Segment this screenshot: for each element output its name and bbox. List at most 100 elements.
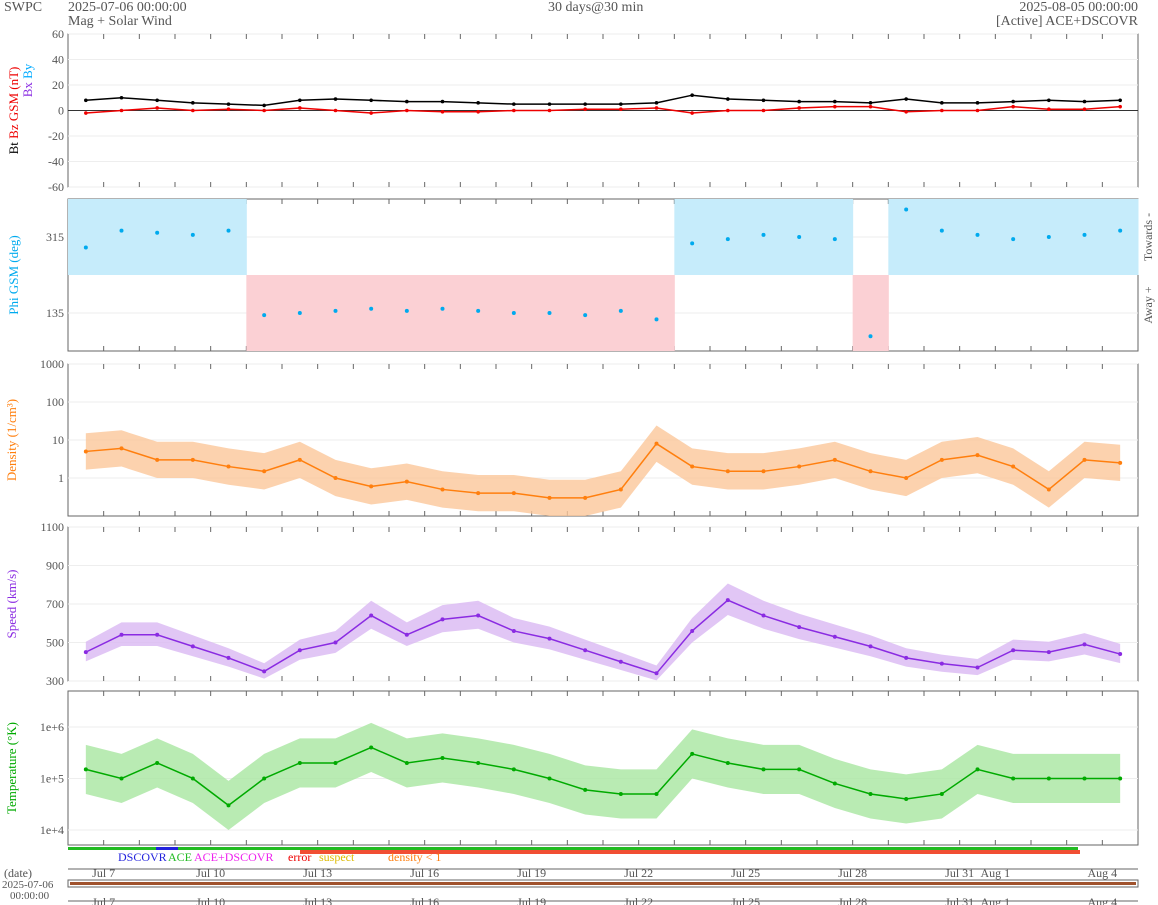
speed-ytick-label: 1100 [40,520,64,534]
bt-point [940,101,944,105]
speed-point [155,632,160,637]
speed-point [939,661,944,666]
phi-sector-band [852,275,889,351]
speed-point [333,640,338,645]
bt-point [1011,99,1015,104]
speed-ytick-label: 500 [46,636,64,650]
phi-sector-band [603,275,640,351]
away-label: Away + [1141,286,1155,324]
phi-ylabel: Phi GSM (deg) [6,235,21,314]
speed-ylabel: Speed (km/s) [4,570,19,639]
phi-sector-band [353,275,390,351]
density-ytick-label: 1000 [40,357,64,371]
speed-point [404,632,409,637]
speed-point [583,648,588,653]
temperature-point [226,803,231,808]
bz-point [654,106,659,110]
mag-ytick-label: -60 [48,180,64,194]
bt-point [84,98,88,103]
density-point [725,469,730,474]
bt-point [833,99,837,104]
speed-point [975,665,980,670]
bz-point [868,104,873,109]
x-tick-label: Jul 22 [624,866,653,880]
temperature-point [190,776,195,781]
legend-both: ACE+DSCOVR [194,850,273,864]
x-tick-label: Jul 16 [410,866,439,880]
density-point [369,484,374,489]
temperature-ytick-label: 1e+4 [40,823,64,837]
speed-point [262,669,267,674]
speed-point [476,613,481,618]
mag-ylabel: Bt Bz GSM (nT) [6,67,21,155]
temperature-point [404,760,409,765]
phi-point [369,306,374,311]
density-ytick-label: 10 [52,433,64,447]
x-tick-label: Jul 19 [517,895,546,905]
bt-point [1118,98,1122,103]
phi-ytick-label: 135 [46,306,64,320]
density-point [654,441,659,446]
bt-point [690,93,694,97]
speed-ytick-label: 900 [46,559,64,573]
density-point [868,469,873,474]
temperature-point [975,767,980,772]
x-tick-label: Jul 22 [624,895,653,905]
x-tick-label: Jul 31 [945,895,974,905]
bz-point [512,108,516,113]
speed-point [369,613,374,618]
ylabel-bz: Bz GSM (nT) [6,67,21,139]
x-tick-label: Jul 10 [196,866,225,880]
mag-ytick-label: 40 [52,53,64,67]
temperature-point [476,760,481,765]
mag-ytick-label: 60 [52,27,64,41]
bt-point [619,102,623,106]
density-point [618,487,623,492]
bz-point [476,109,480,114]
speed-point [83,650,88,655]
mag-ytick-label: 0 [58,104,64,118]
phi-sector-band [317,275,354,351]
speed-point [618,659,623,664]
mag-ytick-label: 20 [52,78,64,92]
phi-point [725,237,730,242]
density-point [690,464,695,469]
legend-ace: ACE [168,850,192,864]
phi-point [904,207,909,212]
density-point [476,491,481,496]
density-point [226,464,231,469]
speed-point [119,632,124,637]
speed-point [832,634,837,639]
bz-point [1011,104,1015,109]
x-tick-label: Jul 31 [945,866,974,880]
phi-sector-band [1066,199,1103,275]
bt-point [405,99,409,104]
density-point [547,495,552,500]
temperature-point [939,791,944,796]
bz-point [333,108,338,113]
temperature-point [262,776,267,781]
phi-point [333,308,338,313]
bz-point [298,106,302,110]
density-point [975,453,980,458]
speed-point [511,628,516,633]
phi-point [1011,237,1016,242]
speed-point [226,655,231,660]
bz-point [619,107,623,112]
speed-point [868,644,873,649]
slider-label: (date) [4,866,32,880]
temperature-point [440,755,445,760]
bz-point [84,111,88,115]
phi-point [404,308,409,313]
x-tick-label: Jul 28 [838,866,867,880]
phi-point [975,232,980,237]
phi-ytick-label: 315 [46,230,64,244]
bt-point [191,101,195,105]
phi-point [832,237,837,242]
phi-sector-band [68,199,105,275]
speed-point [761,613,766,618]
phi-sector-band [567,275,604,351]
temperature-point [583,787,588,792]
mag-ytick-label: -40 [48,155,64,169]
speed-point [440,617,445,622]
